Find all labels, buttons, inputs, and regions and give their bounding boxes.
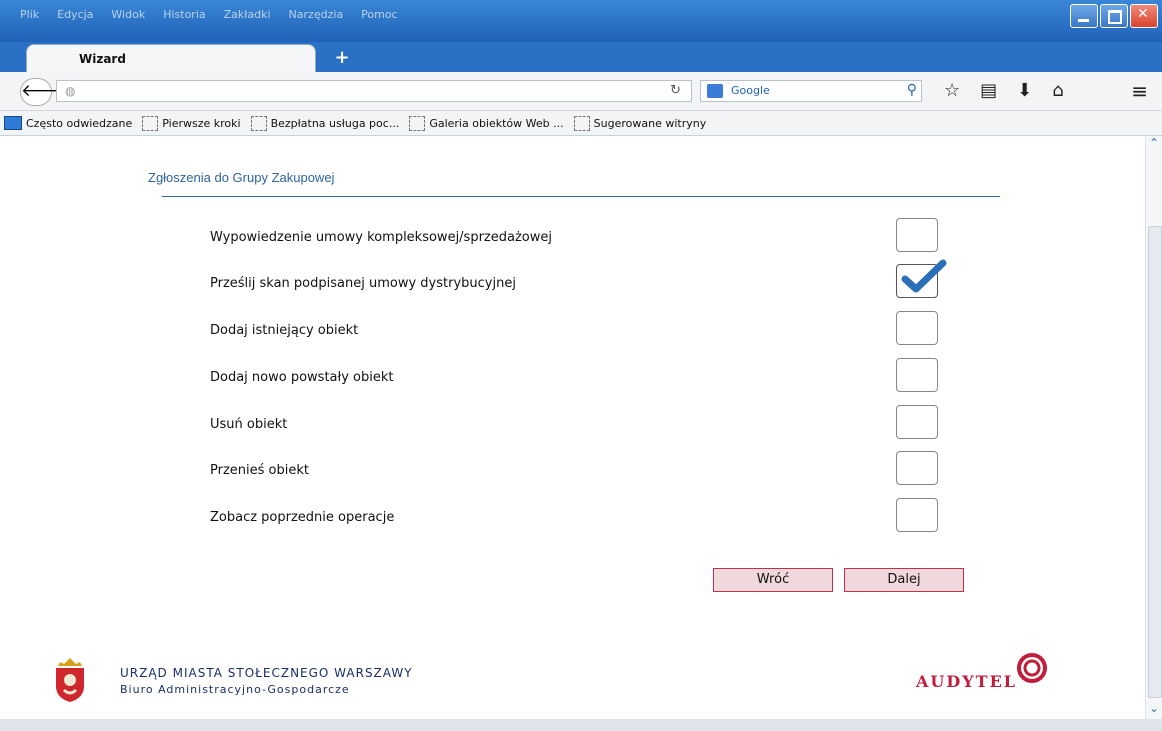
option-label-add-existing: Dodaj istniejący obiekt [210, 323, 359, 338]
new-tab-button[interactable]: + [330, 48, 354, 68]
globe-icon: ◍ [65, 84, 76, 98]
menu-bar: Plik Edycja Widok Historia Zakładki Narz… [20, 8, 398, 21]
address-bar[interactable]: ◍ ↻ [56, 80, 692, 102]
close-window-button[interactable] [1130, 4, 1158, 28]
brand-name: AUDYTEL [916, 672, 1018, 691]
maximize-button[interactable] [1100, 4, 1128, 28]
checkbox-terminate-contract[interactable] [896, 218, 938, 252]
vertical-scrollbar[interactable]: ⌃ ⌄ [1145, 136, 1162, 719]
option-label-move: Przenieś obiekt [210, 463, 309, 478]
reading-list-icon[interactable]: ▤ [980, 80, 997, 101]
back-button[interactable]: 🡐 [20, 78, 67, 106]
reload-icon[interactable]: ↻ [670, 83, 681, 98]
menu-edit[interactable]: Edycja [57, 8, 93, 21]
bookmark-icon [573, 115, 590, 131]
back-page-button[interactable]: Wróć [713, 568, 833, 592]
menu-tools[interactable]: Narzędzia [289, 8, 344, 21]
option-label-upload-scan: Prześlij skan podpisanej umowy dystrybuc… [210, 276, 516, 291]
option-label-remove: Usuń obiekt [210, 417, 288, 432]
bookmark-web-gallery[interactable]: Galeria obiektów Web ... [409, 115, 564, 131]
checkbox-remove[interactable] [896, 405, 938, 439]
home-icon[interactable]: ⌂ [1052, 80, 1063, 101]
bookmark-label: Często odwiedzane [26, 116, 133, 130]
warsaw-coat-of-arms-icon [56, 658, 84, 702]
page-title: Zgłoszenia do Grupy Zakupowej [148, 170, 335, 185]
hamburger-menu-icon[interactable]: ≡ [1131, 79, 1148, 103]
tab-wizard[interactable]: Wizard [26, 44, 316, 72]
nav-toolbar: 🡐 ◍ ↻ Google ⚲ ☆ ▤ ⬇ ⌂ ≡ [0, 72, 1162, 111]
bookmark-icon [409, 115, 426, 131]
title-divider [162, 196, 1000, 197]
menu-bookmarks[interactable]: Zakładki [224, 8, 271, 21]
checkbox-move[interactable] [896, 451, 938, 485]
scroll-up-icon[interactable]: ⌃ [1146, 136, 1162, 154]
bookmark-free-service[interactable]: Bezpłatna usługa poc... [250, 115, 400, 131]
audytel-logo-icon [1017, 653, 1047, 683]
menu-help[interactable]: Pomoc [361, 8, 397, 21]
bookmarks-bar: Często odwiedzane Pierwsze kroki Bezpłat… [0, 111, 1162, 136]
bookmark-first-steps[interactable]: Pierwsze kroki [142, 115, 241, 131]
bookmark-icon [250, 115, 267, 131]
footer-org-name: URZĄD MIASTA STOŁECZNEGO WARSZAWY [120, 666, 413, 680]
footer-org-department: Biuro Administracyjno-Gospodarcze [120, 683, 350, 696]
checkbox-add-existing[interactable] [896, 311, 938, 345]
menu-history[interactable]: Historia [163, 8, 205, 21]
checkbox-upload-scan[interactable] [896, 259, 947, 298]
window-controls [1070, 4, 1158, 28]
bookmark-most-visited[interactable]: Często odwiedzane [4, 116, 132, 130]
page-content: Zgłoszenia do Grupy Zakupowej Wypowiedze… [0, 136, 1146, 731]
option-label-add-new: Dodaj nowo powstały obiekt [210, 370, 394, 385]
checkmark-icon [901, 259, 947, 293]
scroll-thumb[interactable] [1148, 226, 1162, 698]
checkbox-history[interactable] [896, 498, 938, 532]
scroll-down-icon[interactable]: ⌄ [1146, 701, 1162, 719]
nav-icons: ☆ ▤ ⬇ ⌂ [944, 80, 1064, 101]
bookmark-label: Pierwsze kroki [162, 116, 241, 130]
download-icon[interactable]: ⬇ [1017, 80, 1032, 101]
search-icon[interactable]: ⚲ [907, 82, 917, 98]
bookmark-label: Sugerowane witryny [593, 116, 707, 130]
option-label-history: Zobacz poprzednie operacje [210, 510, 395, 525]
bookmark-label: Galeria obiektów Web ... [429, 116, 564, 130]
google-icon [707, 84, 723, 98]
minimize-button[interactable] [1070, 4, 1098, 28]
menu-view[interactable]: Widok [111, 8, 145, 21]
checkbox-add-new[interactable] [896, 358, 938, 392]
star-icon[interactable]: ☆ [944, 80, 960, 101]
search-engine-label: Google [731, 84, 770, 97]
bookmark-icon [142, 115, 159, 131]
window-titlebar: Plik Edycja Widok Historia Zakładki Narz… [0, 0, 1162, 42]
bookmark-suggested-sites[interactable]: Sugerowane witryny [573, 115, 707, 131]
menu-file[interactable]: Plik [20, 8, 39, 21]
bookmark-label: Bezpłatna usługa poc... [270, 116, 400, 130]
next-button[interactable]: Dalej [844, 568, 964, 592]
most-visited-icon [4, 116, 22, 130]
search-bar[interactable]: Google ⚲ [700, 80, 922, 102]
option-label-terminate-contract: Wypowiedzenie umowy kompleksowej/sprzeda… [210, 230, 552, 245]
window-bottom-edge [0, 719, 1162, 731]
